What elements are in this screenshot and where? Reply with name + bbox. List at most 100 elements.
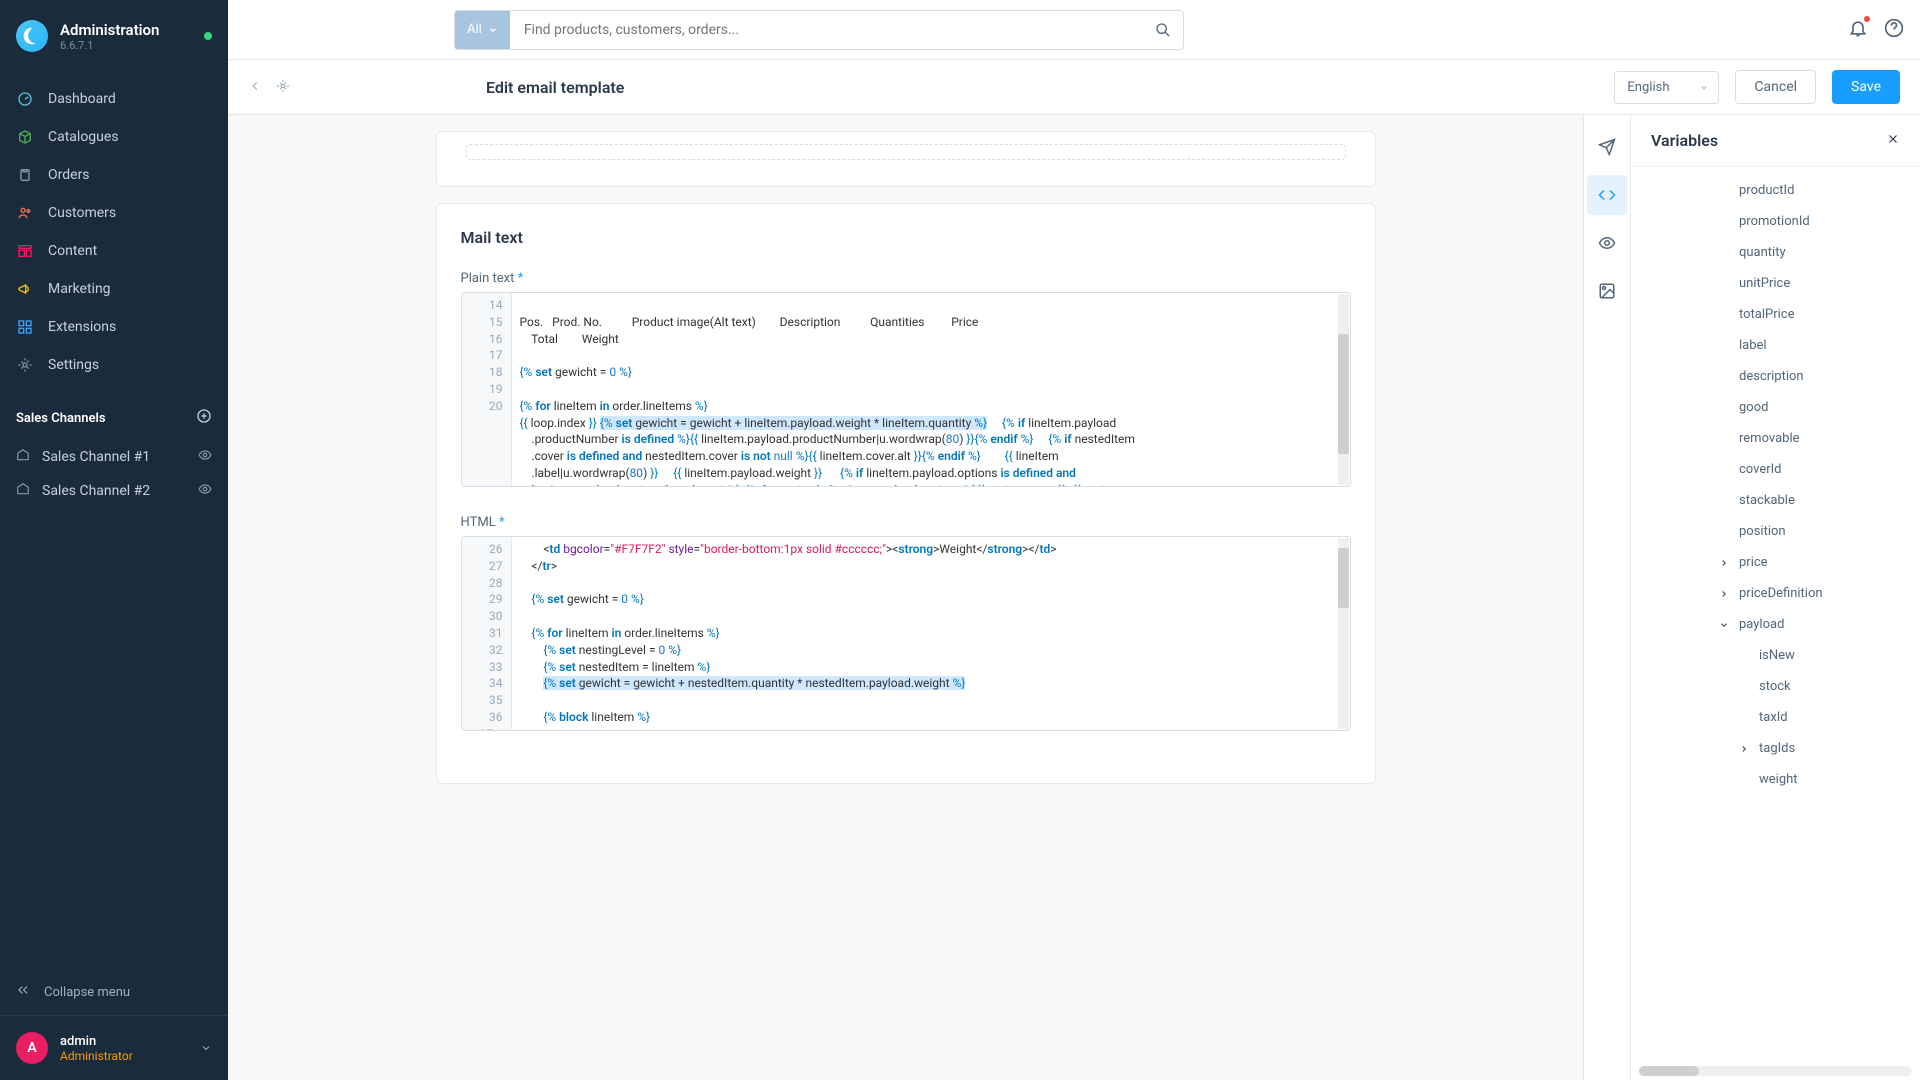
- dropzone-placeholder[interactable]: [466, 144, 1346, 160]
- var-item-promotionId[interactable]: promotionId: [1631, 206, 1920, 237]
- var-item-tagIds[interactable]: tagIds: [1631, 733, 1920, 764]
- image-icon: [1598, 282, 1616, 300]
- nav-catalogues[interactable]: Catalogues: [0, 118, 228, 156]
- user-name: admin: [60, 1034, 188, 1049]
- var-item-stock[interactable]: stock: [1631, 671, 1920, 702]
- chevron-right-icon: [1739, 744, 1753, 754]
- code-icon: [1598, 186, 1616, 204]
- nav: Dashboard Catalogues Orders Customers Co…: [0, 72, 228, 392]
- nav-label: Settings: [48, 357, 99, 373]
- storefront-icon: [16, 482, 30, 500]
- sales-channel-2[interactable]: Sales Channel #2: [16, 474, 212, 508]
- search: All: [454, 10, 1184, 50]
- nav-extensions[interactable]: Extensions: [0, 308, 228, 346]
- var-label: tagIds: [1759, 741, 1795, 756]
- nav-content[interactable]: Content: [0, 232, 228, 270]
- sales-channels-title: Sales Channels: [16, 411, 106, 426]
- var-label: stock: [1759, 679, 1791, 694]
- search-input[interactable]: [510, 22, 1143, 38]
- gutter: 262728293031323334353637 ▾383940 ▾4142: [462, 537, 512, 730]
- help-icon: [1884, 18, 1904, 38]
- var-item-stackable[interactable]: stackable: [1631, 485, 1920, 516]
- settings-icon-button[interactable]: [276, 78, 290, 97]
- sales-channel-1[interactable]: Sales Channel #1: [16, 440, 212, 474]
- notifications-button[interactable]: [1848, 18, 1868, 42]
- brand-version: 6.6.7.1: [60, 39, 192, 52]
- horizontal-scroll[interactable]: [1631, 1062, 1920, 1080]
- var-label: price: [1739, 555, 1768, 570]
- var-item-taxId[interactable]: taxId: [1631, 702, 1920, 733]
- var-label: weight: [1759, 772, 1798, 787]
- var-item-payload[interactable]: payload: [1631, 609, 1920, 640]
- html-editor[interactable]: 262728293031323334353637 ▾383940 ▾4142 <…: [461, 536, 1351, 731]
- plain-text-editor[interactable]: 14151617181920 Pos. Prod. No. Product im…: [461, 292, 1351, 487]
- status-dot-icon: [204, 32, 212, 40]
- var-item-good[interactable]: good: [1631, 392, 1920, 423]
- var-item-description[interactable]: description: [1631, 361, 1920, 392]
- var-item-coverId[interactable]: coverId: [1631, 454, 1920, 485]
- help-button[interactable]: [1884, 18, 1904, 42]
- var-item-totalPrice[interactable]: totalPrice: [1631, 299, 1920, 330]
- var-label: payload: [1739, 617, 1784, 632]
- users-icon: [16, 204, 34, 222]
- var-item-isNew[interactable]: isNew: [1631, 640, 1920, 671]
- variables-tab[interactable]: [1587, 175, 1627, 215]
- close-button[interactable]: [1886, 131, 1900, 150]
- var-item-priceDefinition[interactable]: priceDefinition: [1631, 578, 1920, 609]
- send-icon: [1598, 138, 1616, 156]
- storefront-icon: [16, 448, 30, 466]
- preview-tab[interactable]: [1587, 223, 1627, 263]
- scrollbar-vertical[interactable]: [1338, 294, 1349, 485]
- var-item-position[interactable]: position: [1631, 516, 1920, 547]
- layout-icon: [16, 242, 34, 260]
- nav-settings[interactable]: Settings: [0, 346, 228, 384]
- sidebar: Administration 6.6.7.1 Dashboard Catalog…: [0, 0, 228, 1080]
- var-item-label[interactable]: label: [1631, 330, 1920, 361]
- collapse-menu[interactable]: Collapse menu: [0, 969, 228, 1015]
- right-rail: [1583, 115, 1630, 1080]
- user-area[interactable]: A adminAdministrator: [0, 1015, 228, 1080]
- topbar: All: [228, 0, 1920, 60]
- search-button[interactable]: [1143, 11, 1183, 49]
- nav-label: Extensions: [48, 319, 116, 335]
- nav-label: Customers: [48, 205, 116, 221]
- language-select[interactable]: English: [1614, 71, 1719, 104]
- send-test-button[interactable]: [1587, 127, 1627, 167]
- chevron-down-icon: [488, 25, 498, 35]
- scrollbar-vertical[interactable]: [1338, 538, 1349, 729]
- var-item-quantity[interactable]: quantity: [1631, 237, 1920, 268]
- search-filter[interactable]: All: [455, 11, 510, 49]
- var-item-price[interactable]: price: [1631, 547, 1920, 578]
- variables-list[interactable]: productIdpromotionIdquantityunitPrice tot…: [1631, 167, 1920, 1062]
- nav-orders[interactable]: Orders: [0, 156, 228, 194]
- logo-area: Administration 6.6.7.1: [0, 0, 228, 72]
- code-content: <td bgcolor="#F7F7F2" style="border-bott…: [512, 537, 1338, 730]
- logo-icon: [16, 20, 48, 52]
- clipboard-icon: [16, 166, 34, 184]
- html-label: HTML *: [461, 515, 1351, 530]
- var-label: isNew: [1759, 648, 1795, 663]
- var-item-unitPrice[interactable]: unitPrice: [1631, 268, 1920, 299]
- plus-icon[interactable]: [196, 408, 212, 428]
- save-button[interactable]: Save: [1832, 70, 1900, 104]
- cube-icon: [16, 128, 34, 146]
- attachments-tab[interactable]: [1587, 271, 1627, 311]
- close-icon: [1886, 132, 1900, 146]
- var-label: position: [1739, 524, 1786, 539]
- eye-icon[interactable]: [198, 482, 212, 500]
- var-item-weight[interactable]: weight: [1631, 764, 1920, 795]
- megaphone-icon: [16, 280, 34, 298]
- back-button[interactable]: [248, 78, 262, 97]
- eye-icon[interactable]: [198, 448, 212, 466]
- nav-label: Dashboard: [48, 91, 116, 107]
- var-item-productId[interactable]: productId: [1631, 175, 1920, 206]
- var-label: good: [1739, 400, 1768, 415]
- nav-marketing[interactable]: Marketing: [0, 270, 228, 308]
- nav-customers[interactable]: Customers: [0, 194, 228, 232]
- var-label: totalPrice: [1739, 307, 1795, 322]
- nav-dashboard[interactable]: Dashboard: [0, 80, 228, 118]
- var-item-removable[interactable]: removable: [1631, 423, 1920, 454]
- nav-label: Marketing: [48, 281, 111, 297]
- cancel-button[interactable]: Cancel: [1735, 70, 1816, 104]
- avatar: A: [16, 1032, 48, 1064]
